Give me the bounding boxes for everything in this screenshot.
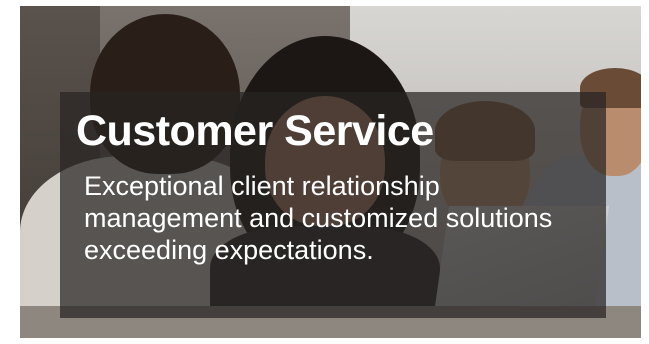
card-title: Customer Service <box>76 107 434 155</box>
customer-service-card[interactable]: Customer Service Exceptional client rela… <box>20 6 641 338</box>
card-description: Exceptional client relationship manageme… <box>84 171 553 265</box>
